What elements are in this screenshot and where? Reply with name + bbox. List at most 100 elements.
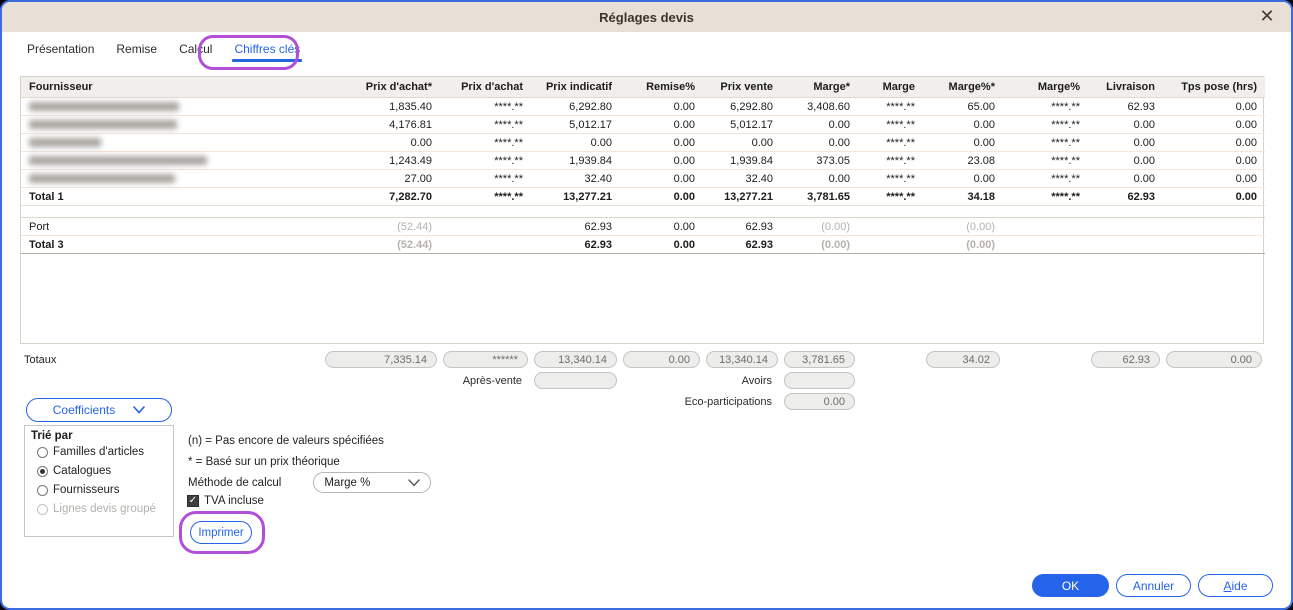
table-cell: 62.93 — [531, 235, 620, 254]
table-cell: ****.** — [858, 115, 923, 134]
table-cell: 32.40 — [531, 169, 620, 188]
supplier-cell-redacted — [21, 151, 261, 170]
radio-familles-d-articles[interactable]: Familles d'articles — [37, 446, 167, 458]
table-cell: ****.** — [440, 97, 531, 116]
reglages-devis-dialog: Réglages devis ✕ Présentation Remise Calcu… — [0, 0, 1293, 610]
chevron-down-icon — [133, 406, 146, 414]
calc-method-row: Méthode de calcul Marge % — [188, 472, 432, 493]
coefficients-button[interactable]: Coefficients — [26, 398, 172, 422]
tab-pr-sentation[interactable]: Présentation — [27, 42, 94, 64]
redacted-supplier-name — [29, 102, 179, 112]
table-cell — [858, 217, 923, 236]
table-cell — [440, 217, 531, 236]
table-cell: (52.44) — [261, 235, 440, 254]
ok-button[interactable]: OK — [1032, 574, 1109, 597]
radio-fournisseurs[interactable]: Fournisseurs — [37, 484, 167, 496]
total-pill: 62.93 — [1091, 351, 1160, 368]
table-cell: 0.00 — [1088, 115, 1163, 134]
table-cell — [440, 235, 531, 254]
apres-vente-label: Après-vente — [462, 374, 522, 387]
table-cell: ****.** — [858, 187, 923, 206]
total-pill: 7,335.14 — [325, 351, 437, 368]
sort-by-group: Trié par Familles d'articles Catalogues Fo… — [24, 425, 174, 537]
imprimer-button[interactable]: Imprimer — [190, 521, 252, 544]
table-row: 4,176.81 ****.** 5,012.17 0.00 5,012.17 0.00 *… — [21, 115, 1265, 134]
table-cell: 0.00 — [781, 133, 858, 152]
table-cell: 6,292.80 — [531, 97, 620, 116]
column-header: Marge% — [1003, 77, 1088, 98]
eco-participations-pill: 0.00 — [784, 393, 855, 410]
column-header: Prix indicatif — [531, 77, 620, 98]
table-cell: 0.00 — [1088, 169, 1163, 188]
table-cell: 0.00 — [923, 169, 1003, 188]
dialog-title: Réglages devis — [599, 9, 694, 25]
row-label: Total 1 — [21, 187, 261, 206]
table-cell: 0.00 — [620, 133, 703, 152]
table-header-row: Fournisseur Prix d'achat* Prix d'achat Prix… — [21, 77, 1265, 98]
table-row: 1,835.40 ****.** 6,292.80 0.00 6,292.80 3,408… — [21, 97, 1265, 116]
column-header: Prix vente — [703, 77, 781, 98]
radio-lignes-devis-group-: Lignes devis groupé — [37, 503, 167, 515]
eco-participations-label: Eco-participations — [684, 395, 772, 408]
table-cell — [1163, 235, 1265, 254]
calc-method-select[interactable]: Marge % — [313, 472, 432, 493]
table-cell — [858, 235, 923, 254]
spacer-row — [21, 206, 1265, 218]
help-button[interactable]: Aide — [1198, 574, 1273, 597]
total-pill: 13,340.14 — [534, 351, 617, 368]
table-cell: 5,012.17 — [531, 115, 620, 134]
redacted-supplier-name — [29, 120, 177, 130]
table-cell — [1003, 235, 1088, 254]
tva-checkbox-row[interactable]: ✓ TVA incluse — [187, 495, 264, 507]
column-header: Livraison — [1088, 77, 1163, 98]
supplier-cell-redacted — [21, 169, 261, 188]
checkbox-checked-icon[interactable]: ✓ — [187, 495, 199, 507]
table-row: 27.00 ****.** 32.40 0.00 32.40 0.00 ****.** 0.0… — [21, 169, 1265, 188]
radio-label: Catalogues — [53, 465, 112, 477]
redacted-supplier-name — [29, 174, 175, 184]
tab-bar: Présentation Remise Calcul Chiffres clés — [27, 42, 303, 64]
legend-note-asterisk: * = Basé sur un prix théorique — [188, 456, 340, 468]
radio-icon[interactable] — [37, 446, 48, 458]
table-cell: ****.** — [1003, 133, 1088, 152]
table-row-total-3: Total 3 (52.44) 62.93 0.00 62.93 (0.00) (0.00) — [21, 235, 1265, 254]
table-cell — [1088, 235, 1163, 254]
column-header: Marge — [858, 77, 923, 98]
table-cell: 0.00 — [1088, 133, 1163, 152]
table-cell: ****.** — [1003, 169, 1088, 188]
table-cell: 0.00 — [620, 97, 703, 116]
table-cell: 3,781.65 — [781, 187, 858, 206]
radio-icon[interactable] — [37, 465, 48, 477]
calc-method-label: Méthode de calcul — [188, 476, 282, 489]
table-cell: 0.00 — [781, 169, 858, 188]
totals-section: Totaux 7,335.14 ****** 13,340.14 0.00 13,340.… — [20, 349, 1264, 412]
radio-catalogues[interactable]: Catalogues — [37, 465, 167, 477]
avoirs-pill — [784, 372, 855, 389]
table-cell: 0.00 — [781, 115, 858, 134]
tab-calcul[interactable]: Calcul — [179, 42, 212, 64]
table-cell: ****.** — [1003, 97, 1088, 116]
sort-by-title: Trié par — [31, 430, 73, 442]
column-header: Fournisseur — [21, 77, 261, 98]
table-cell: 0.00 — [620, 235, 703, 254]
radio-icon[interactable] — [37, 484, 48, 496]
table-cell: 34.18 — [923, 187, 1003, 206]
column-header: Prix d'achat* — [261, 77, 440, 98]
total-pill: 0.00 — [623, 351, 700, 368]
cancel-button[interactable]: Annuler — [1116, 574, 1191, 597]
table-cell: ****.** — [1003, 115, 1088, 134]
close-icon[interactable]: ✕ — [1257, 6, 1277, 26]
tab-remise[interactable]: Remise — [116, 42, 157, 64]
total-pill: 3,781.65 — [784, 351, 855, 368]
table-row-port: Port (52.44) 62.93 0.00 62.93 (0.00) (0.00) — [21, 217, 1265, 236]
radio-label: Familles d'articles — [53, 446, 145, 458]
tab-chiffres-cl-s[interactable]: Chiffres clés — [232, 42, 303, 64]
redacted-supplier-name — [29, 156, 207, 166]
calc-method-value: Marge % — [324, 476, 371, 489]
tva-checkbox-label: TVA incluse — [204, 495, 264, 507]
table-cell: 32.40 — [703, 169, 781, 188]
table-cell: 0.00 — [620, 151, 703, 170]
total-pill: 0.00 — [1166, 351, 1262, 368]
table-cell: ****.** — [858, 133, 923, 152]
table-cell — [1163, 217, 1265, 236]
